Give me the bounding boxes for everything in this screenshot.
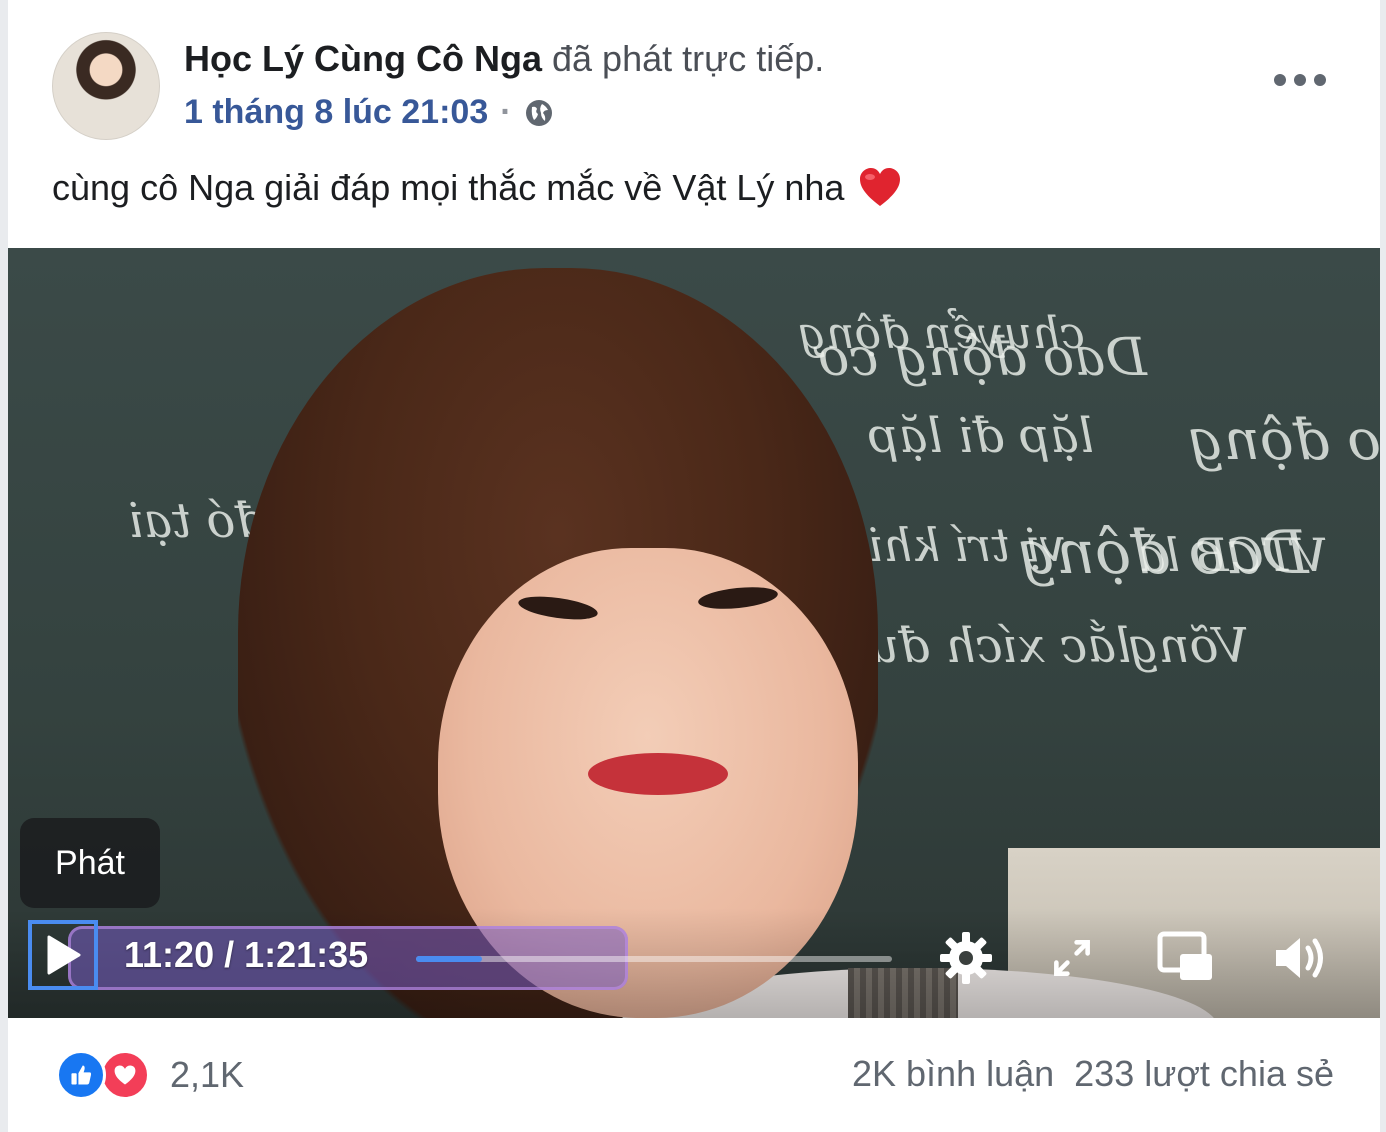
engagement-stats: 2K bình luận 233 lượt chia sẻ <box>852 1053 1334 1095</box>
love-icon <box>100 1050 150 1100</box>
volume-button[interactable] <box>1270 928 1330 988</box>
play-button[interactable] <box>28 920 98 990</box>
author-avatar[interactable] <box>52 32 160 140</box>
live-video[interactable]: Dao động Dao động cơ Dao động lặp đi lặp… <box>8 248 1380 1018</box>
chalk-writing: Võng <box>1128 618 1249 674</box>
presenter-lips <box>588 753 728 795</box>
video-controls: 11:20 / 1:21:35 <box>8 908 1380 1018</box>
chalk-writing: đó tại <box>128 493 267 549</box>
author-name[interactable]: Học Lý Cùng Cô Nga <box>184 38 542 79</box>
progress-bar[interactable] <box>416 956 892 962</box>
chalk-writing: chuyển động <box>798 308 1085 359</box>
chalk-writing: lắc xích đu <box>868 618 1132 674</box>
chalk-writing: VTCB là <box>1138 528 1328 582</box>
play-tooltip: Phát <box>20 818 160 908</box>
reactions-summary[interactable]: 2,1K <box>56 1050 244 1100</box>
play-icon <box>47 935 81 975</box>
time-separator: / <box>214 934 245 975</box>
globe-icon[interactable] <box>524 97 554 127</box>
post-text: cùng cô Nga giải đáp mọi thắc mắc về Vật… <box>52 164 902 212</box>
shares-count[interactable]: 233 lượt chia sẻ <box>1074 1053 1334 1095</box>
post-card: Học Lý Cùng Cô Nga đã phát trực tiếp. 1 … <box>8 0 1380 1132</box>
gear-icon <box>940 932 992 984</box>
heart-emoji <box>858 166 902 210</box>
current-time: 11:20 <box>124 934 215 975</box>
reaction-count[interactable]: 2,1K <box>170 1054 244 1096</box>
chalk-writing: lặp đi lặp <box>868 408 1094 464</box>
more-options-button[interactable] <box>1270 62 1330 98</box>
video-duration: 1:21:35 <box>244 934 369 975</box>
settings-button[interactable] <box>936 928 996 988</box>
time-display: 11:20 / 1:21:35 <box>124 934 368 976</box>
author-line: Học Lý Cùng Cô Nga đã phát trực tiếp. <box>184 38 824 80</box>
volume-icon <box>1276 938 1323 978</box>
progress-fill <box>416 956 483 962</box>
post-meta: 1 tháng 8 lúc 21:03 · <box>184 92 554 132</box>
chalk-writing: vị trí khi <box>868 518 1066 572</box>
fullscreen-button[interactable] <box>1042 928 1102 988</box>
chalk-writing: Dao động <box>1188 408 1380 473</box>
picture-in-picture-button[interactable] <box>1156 928 1216 988</box>
post-message: cùng cô Nga giải đáp mọi thắc mắc về Vật… <box>52 167 845 208</box>
meta-separator: · <box>500 93 512 131</box>
expand-icon <box>1054 940 1090 976</box>
picture-in-picture-icon <box>1157 931 1212 980</box>
like-icon <box>56 1050 106 1100</box>
comments-count[interactable]: 2K bình luận <box>852 1053 1054 1095</box>
ellipsis-icon <box>1274 74 1326 86</box>
author-action: đã phát trực tiếp. <box>552 38 825 79</box>
post-timestamp[interactable]: 1 tháng 8 lúc 21:03 <box>184 92 488 132</box>
